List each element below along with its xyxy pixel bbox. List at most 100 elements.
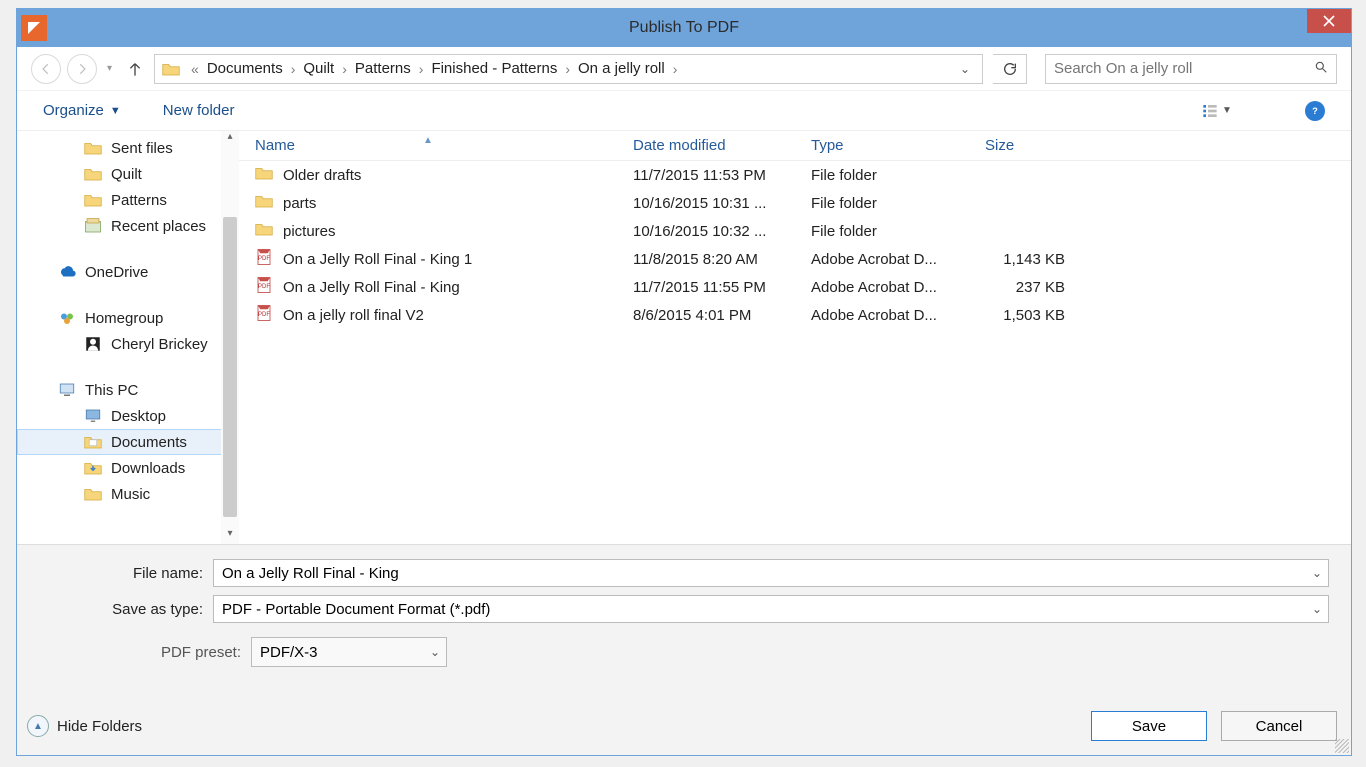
address-bar[interactable]: « Documents › Quilt › Patterns › Finishe… (154, 54, 983, 84)
documents-icon (83, 432, 103, 452)
cancel-button[interactable]: Cancel (1221, 711, 1337, 741)
breadcrumb-item[interactable]: Documents (205, 60, 285, 77)
arrow-left-icon (39, 62, 53, 76)
file-row[interactable]: PDFOn a Jelly Roll Final - King11/7/2015… (239, 273, 1351, 301)
file-row[interactable]: PDFOn a jelly roll final V28/6/2015 4:01… (239, 301, 1351, 329)
pdfpreset-value: PDF/X-3 (260, 644, 318, 661)
column-size[interactable]: Size (969, 137, 1089, 154)
tree-item-music[interactable]: Music (17, 481, 239, 507)
hide-folders-toggle[interactable]: ▲ Hide Folders (27, 715, 142, 737)
save-button[interactable]: Save (1091, 711, 1207, 741)
file-row[interactable]: parts10/16/2015 10:31 ...File folder (239, 189, 1351, 217)
nav-bar: ▾ « Documents › Quilt › Patterns › Finis… (17, 47, 1351, 91)
history-dropdown[interactable]: ▾ (103, 63, 116, 74)
tree-item-thispc[interactable]: This PC (17, 377, 239, 403)
hide-folders-label: Hide Folders (57, 718, 142, 735)
file-size: 237 KB (969, 279, 1089, 296)
help-button[interactable]: ? (1305, 101, 1325, 121)
pdfpreset-label: PDF preset: (39, 644, 251, 661)
organize-label: Organize (43, 102, 104, 119)
tree-item-downloads[interactable]: Downloads (17, 455, 239, 481)
homegroup-icon (57, 308, 77, 328)
chevron-right-icon: › (667, 61, 684, 77)
onedrive-icon (57, 262, 77, 282)
address-dropdown[interactable]: ⌄ (952, 62, 978, 76)
pdfpreset-row: PDF preset: PDF/X-3 ⌄ (39, 637, 1329, 667)
breadcrumb-item[interactable]: On a jelly roll (576, 60, 667, 77)
folder-tree: Sent files Quilt Patterns Recent places … (17, 131, 239, 544)
close-button[interactable] (1307, 9, 1351, 33)
forward-button[interactable] (67, 54, 97, 84)
computer-icon (57, 380, 77, 400)
pdfpreset-select[interactable]: PDF/X-3 ⌄ (251, 637, 447, 667)
chevron-down-icon: ▼ (1222, 105, 1232, 116)
refresh-button[interactable] (993, 54, 1027, 84)
filename-input[interactable]: On a Jelly Roll Final - King ⌄ (213, 559, 1329, 587)
file-size: 1,143 KB (969, 251, 1089, 268)
breadcrumb-item[interactable]: Finished - Patterns (429, 60, 559, 77)
tree-label: Documents (111, 434, 187, 451)
saveastype-row: Save as type: PDF - Portable Document Fo… (39, 595, 1329, 623)
resize-grip[interactable] (1335, 739, 1349, 753)
column-name[interactable]: ▲ Name (239, 137, 617, 154)
saveastype-select[interactable]: PDF - Portable Document Format (*.pdf) ⌄ (213, 595, 1329, 623)
file-row[interactable]: PDFOn a Jelly Roll Final - King 111/8/20… (239, 245, 1351, 273)
downloads-icon (83, 458, 103, 478)
scroll-thumb[interactable] (223, 217, 237, 517)
file-date: 11/7/2015 11:55 PM (617, 279, 795, 296)
breadcrumb-item[interactable]: Quilt (301, 60, 336, 77)
person-icon (83, 334, 103, 354)
publish-to-pdf-dialog: Publish To PDF ▾ « Documents › Quilt › P… (16, 8, 1352, 756)
file-name: Older drafts (283, 167, 361, 184)
tree-label: OneDrive (85, 264, 148, 281)
file-row[interactable]: pictures10/16/2015 10:32 ...File folder (239, 217, 1351, 245)
search-input[interactable] (1054, 60, 1314, 77)
file-date: 8/6/2015 4:01 PM (617, 307, 795, 324)
tree-item-onedrive[interactable]: OneDrive (17, 259, 239, 285)
tree-item-cheryl[interactable]: Cheryl Brickey (17, 331, 239, 357)
tree-item-recent-places[interactable]: Recent places (17, 213, 239, 239)
column-label: Name (255, 137, 295, 154)
tree-item-sent-files[interactable]: Sent files (17, 135, 239, 161)
tree-label: This PC (85, 382, 138, 399)
arrow-right-icon (75, 62, 89, 76)
tree-label: Patterns (111, 192, 167, 209)
organize-menu[interactable]: Organize ▼ (43, 102, 121, 119)
tree-item-desktop[interactable]: Desktop (17, 403, 239, 429)
chevron-down-icon: ⌄ (430, 645, 440, 659)
tree-item-patterns[interactable]: Patterns (17, 187, 239, 213)
svg-text:?: ? (1312, 105, 1318, 115)
filename-row: File name: On a Jelly Roll Final - King … (39, 559, 1329, 587)
folder-icon (83, 138, 103, 158)
list-header: ▲ Name Date modified Type Size (239, 131, 1351, 161)
column-type[interactable]: Type (795, 137, 969, 154)
back-button[interactable] (31, 54, 61, 84)
view-menu[interactable]: ▼ (1197, 99, 1237, 123)
file-date: 11/8/2015 8:20 AM (617, 251, 795, 268)
tree-item-documents[interactable]: Documents (17, 429, 239, 455)
tree-label: Quilt (111, 166, 142, 183)
breadcrumb-item[interactable]: Patterns (353, 60, 413, 77)
chevron-down-icon: ⌄ (1312, 602, 1322, 616)
column-date[interactable]: Date modified (617, 137, 795, 154)
svg-text:PDF: PDF (258, 284, 270, 290)
chevron-right-icon: › (336, 61, 353, 77)
new-folder-button[interactable]: New folder (163, 102, 235, 119)
toolbar: Organize ▼ New folder ▼ ? (17, 91, 1351, 131)
file-row[interactable]: Older drafts11/7/2015 11:53 PMFile folde… (239, 161, 1351, 189)
search-box[interactable] (1045, 54, 1337, 84)
chevron-right-icon: › (413, 61, 430, 77)
music-icon (83, 484, 103, 504)
close-icon (1323, 15, 1335, 27)
folder-icon (83, 190, 103, 210)
chevron-up-icon: ▲ (27, 715, 49, 737)
file-name: pictures (283, 223, 336, 240)
folder-icon (255, 194, 273, 212)
tree-scrollbar[interactable]: ▴ ▾ (221, 131, 239, 544)
file-date: 10/16/2015 10:32 ... (617, 223, 795, 240)
tree-label: Music (111, 486, 150, 503)
file-date: 10/16/2015 10:31 ... (617, 195, 795, 212)
tree-item-homegroup[interactable]: Homegroup (17, 305, 239, 331)
tree-item-quilt[interactable]: Quilt (17, 161, 239, 187)
up-button[interactable] (122, 56, 148, 82)
